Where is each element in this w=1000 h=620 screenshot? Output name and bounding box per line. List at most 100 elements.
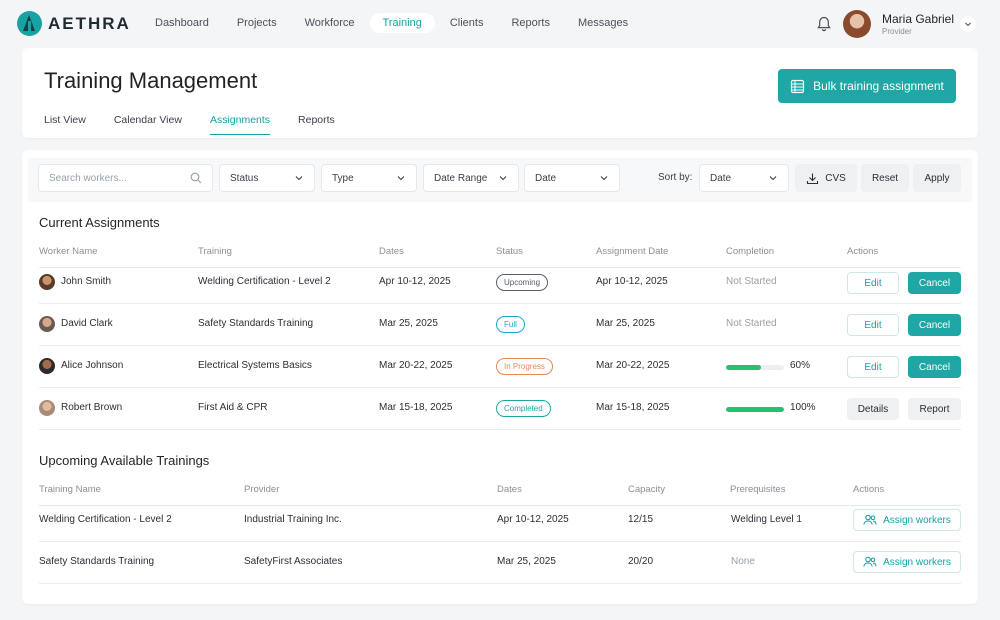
details-button[interactable]: Details (847, 398, 899, 420)
nav-item-workforce[interactable]: Workforce (292, 13, 368, 33)
col-assignment-date: Assignment Date (596, 246, 669, 257)
search-icon (190, 172, 202, 184)
training-dates: Mar 25, 2025 (497, 556, 556, 567)
nav-item-projects[interactable]: Projects (224, 13, 290, 33)
bulk-training-assignment-button[interactable]: Bulk training assignment (778, 69, 956, 103)
worker-name: Alice Johnson (61, 360, 124, 371)
page-title: Training Management (44, 68, 258, 93)
apply-button-label: Apply (924, 172, 950, 184)
view-tabs: List View Calendar View Assignments Repo… (44, 114, 363, 135)
user-menu-chevron-down-icon[interactable] (960, 16, 976, 32)
progress-bar (726, 365, 784, 370)
col-dates: Dates (497, 484, 522, 495)
assign-workers-button[interactable]: Assign workers (853, 551, 961, 573)
prerequisites: Welding Level 1 (731, 514, 802, 525)
date-filter[interactable]: Date (524, 164, 620, 192)
users-icon (863, 556, 877, 567)
report-button[interactable]: Report (908, 398, 961, 420)
completion-text: 100% (790, 402, 816, 413)
col-training-name: Training Name (39, 484, 101, 495)
worker-name: Robert Brown (61, 402, 123, 413)
training-dates: Apr 10-12, 2025 (497, 514, 569, 525)
brand-name: AETHRA (48, 13, 131, 33)
status-badge: In Progress (496, 358, 553, 375)
progress-bar (726, 407, 784, 412)
table-row: Alice Johnson Electrical Systems Basics … (39, 346, 961, 388)
worker-name: David Clark (61, 318, 113, 329)
training-name: Welding Certification - Level 2 (198, 276, 331, 287)
current-assignments-title: Current Assignments (39, 215, 160, 230)
provider-name: Industrial Training Inc. (244, 514, 342, 525)
edit-button[interactable]: Edit (847, 356, 899, 378)
sort-select[interactable]: Date (699, 164, 789, 192)
col-prerequisites: Prerequisites (730, 484, 786, 495)
table-row: John Smith Welding Certification - Level… (39, 262, 961, 304)
status-badge: Completed (496, 400, 551, 417)
nav-item-dashboard[interactable]: Dashboard (142, 13, 222, 33)
cancel-button[interactable]: Cancel (908, 356, 961, 378)
progress-fill (726, 407, 784, 412)
date-range-filter-label: Date Range (434, 172, 488, 184)
table-row: Safety Standards Training SafetyFirst As… (39, 542, 961, 584)
export-button[interactable]: CVS (795, 164, 857, 192)
worker-name: John Smith (61, 276, 112, 287)
reset-button-label: Reset (871, 172, 899, 184)
training-dates: Apr 10-12, 2025 (379, 276, 451, 287)
main-content: Search workers... Status Type Date Range… (22, 150, 978, 604)
training-name: Electrical Systems Basics (198, 360, 312, 371)
sort-select-value: Date (710, 172, 732, 184)
user-name: Maria Gabriel (882, 12, 955, 26)
cancel-button[interactable]: Cancel (908, 272, 961, 294)
assign-workers-label: Assign workers (883, 556, 951, 568)
completion-text: 60% (790, 360, 811, 371)
chevron-down-icon (499, 176, 507, 181)
chevron-down-icon (295, 176, 303, 181)
prerequisites: None (731, 556, 755, 567)
search-input[interactable]: Search workers... (38, 164, 213, 192)
completion-text: Not Started (726, 318, 777, 329)
status-filter[interactable]: Status (219, 164, 315, 192)
capacity: 20/20 (628, 556, 654, 567)
notification-bell-icon[interactable] (815, 15, 833, 33)
edit-button[interactable]: Edit (847, 272, 899, 294)
col-dates: Dates (379, 246, 404, 257)
logo-icon (17, 11, 42, 36)
edit-button[interactable]: Edit (847, 314, 899, 336)
users-icon (863, 514, 877, 525)
col-actions: Actions (853, 484, 885, 495)
col-training: Training (198, 246, 232, 257)
main-nav: Dashboard Projects Workforce Training Cl… (142, 13, 643, 33)
nav-item-clients[interactable]: Clients (437, 13, 497, 33)
reset-button[interactable]: Reset (861, 164, 909, 192)
type-filter[interactable]: Type (321, 164, 417, 192)
sort-by-label: Sort by: (658, 172, 693, 183)
date-range-filter[interactable]: Date Range (423, 164, 519, 192)
capacity: 12/15 (628, 514, 654, 525)
completion-text: Not Started (726, 276, 777, 287)
tab-reports[interactable]: Reports (298, 114, 335, 135)
col-status: Status (496, 246, 523, 257)
nav-item-reports[interactable]: Reports (498, 13, 563, 33)
tab-calendar-view[interactable]: Calendar View (114, 114, 182, 135)
assign-workers-button[interactable]: Assign workers (853, 509, 961, 531)
type-filter-label: Type (332, 172, 354, 184)
nav-item-training[interactable]: Training (369, 13, 435, 33)
export-button-label: CVS (825, 172, 846, 184)
assignment-date: Mar 20-22, 2025 (596, 360, 670, 371)
cancel-button[interactable]: Cancel (908, 314, 961, 336)
brand-logo[interactable]: AETHRA (17, 11, 131, 36)
apply-button[interactable]: Apply (913, 164, 961, 192)
tab-assignments[interactable]: Assignments (209, 114, 271, 135)
tab-list-view[interactable]: List View (44, 114, 86, 135)
table-row: David Clark Safety Standards Training Ma… (39, 304, 961, 346)
avatar (39, 274, 55, 290)
col-actions: Actions (847, 246, 879, 257)
avatar (39, 400, 55, 416)
table-row: Robert Brown First Aid & CPR Mar 15-18, … (39, 388, 961, 430)
list-icon (791, 79, 805, 93)
assignment-date: Mar 15-18, 2025 (596, 402, 670, 413)
chevron-down-icon (397, 176, 405, 181)
user-avatar[interactable] (843, 10, 871, 38)
col-provider: Provider (244, 484, 280, 495)
nav-item-messages[interactable]: Messages (565, 13, 641, 33)
